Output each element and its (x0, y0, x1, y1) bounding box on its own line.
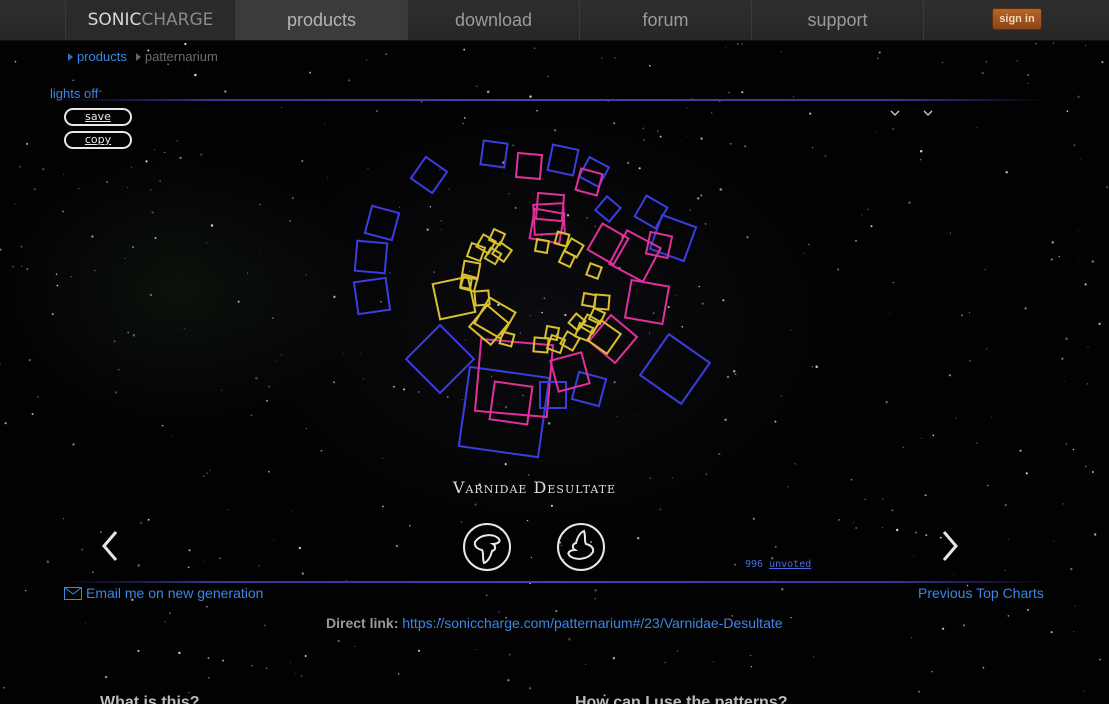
thumbs-down-icon[interactable] (462, 522, 512, 572)
pattern-square (644, 230, 674, 260)
unvoted-label[interactable]: unvoted (769, 559, 811, 570)
pattern-square (409, 155, 449, 195)
pattern-square (473, 337, 555, 419)
pattern-square (570, 370, 608, 408)
breadcrumb-current: patternarium (144, 49, 218, 64)
breadcrumb-item-patternarium: patternarium (135, 49, 218, 64)
previous-top-charts-link[interactable]: Previous Top Charts (918, 585, 1044, 601)
pattern-square (586, 222, 630, 266)
unvoted-counter: 996 unvoted (745, 559, 811, 570)
pattern-square (483, 246, 503, 266)
pattern-title: Varnidae Desultate (452, 478, 617, 497)
pattern-square (633, 194, 669, 230)
logo-charge: CHARGE (141, 10, 214, 30)
save-button[interactable]: save (64, 108, 132, 126)
faq-heading-how: How can I use the patterns? (575, 694, 788, 704)
pattern-square (404, 323, 476, 395)
pattern-square (431, 275, 477, 321)
email-notify-link[interactable]: Email me on new generation (64, 585, 263, 601)
breadcrumb: products patternarium (68, 49, 227, 64)
pattern-square (534, 191, 566, 223)
pattern-square (353, 239, 389, 275)
chevron-left-icon[interactable] (98, 528, 122, 564)
pattern-square (623, 278, 671, 326)
copy-button[interactable]: copy (64, 131, 132, 149)
direct-link-url[interactable]: https://soniccharge.com/patternarium#/23… (402, 615, 782, 631)
pattern-square (514, 151, 544, 181)
breadcrumb-arrow-icon (135, 52, 141, 61)
bottom-divider (62, 581, 1048, 583)
save-label: save (85, 110, 111, 123)
breadcrumb-link-products[interactable]: products (77, 49, 127, 64)
breadcrumb-item-products: products (68, 49, 127, 64)
direct-link-label: Direct link: (326, 615, 399, 631)
nav-products[interactable]: products (236, 0, 408, 40)
pattern-square (479, 139, 509, 169)
direct-link: Direct link: https://soniccharge.com/pat… (326, 615, 783, 631)
pattern-square (638, 332, 712, 406)
pattern-square (352, 276, 392, 316)
pattern-square (539, 381, 567, 409)
pattern-square (546, 143, 580, 177)
pattern-square (593, 293, 611, 311)
thumbs-up-icon[interactable] (556, 522, 606, 572)
soniccharge-logo[interactable]: SONICCHARGE (65, 0, 236, 40)
chevron-down-icon[interactable] (890, 108, 900, 118)
nav-download[interactable]: download (408, 0, 580, 40)
top-navigation: SONICCHARGE products download forum supp… (0, 0, 1109, 41)
pattern-square (475, 233, 497, 255)
nav-support[interactable]: support (752, 0, 924, 40)
breadcrumb-arrow-icon (68, 52, 73, 61)
pattern-square (593, 194, 623, 224)
pattern-square (585, 262, 603, 280)
logo-sonic: SONIC (87, 10, 142, 30)
sign-in-button[interactable]: sign in (992, 8, 1042, 30)
email-notify-label: Email me on new generation (86, 585, 264, 601)
pattern-square (490, 240, 514, 264)
faq-heading-what: What is this? (100, 694, 200, 704)
pattern-square (498, 330, 516, 348)
nav-forum[interactable]: forum (580, 0, 752, 40)
pattern-square (487, 227, 507, 247)
top-divider (62, 99, 1048, 101)
chevron-down-icon[interactable] (923, 108, 933, 118)
pattern-square (363, 204, 401, 242)
pattern-square (549, 351, 591, 393)
pattern-square (473, 296, 517, 340)
pattern-square (488, 380, 534, 426)
chevron-right-icon[interactable] (938, 528, 962, 564)
envelope-icon (64, 586, 82, 600)
patternarium-page: SONICCHARGE products download forum supp… (0, 0, 1109, 704)
unvoted-count: 996 (745, 559, 764, 570)
pattern-square (557, 249, 577, 269)
pattern-square (457, 365, 551, 459)
copy-label: copy (84, 133, 112, 146)
